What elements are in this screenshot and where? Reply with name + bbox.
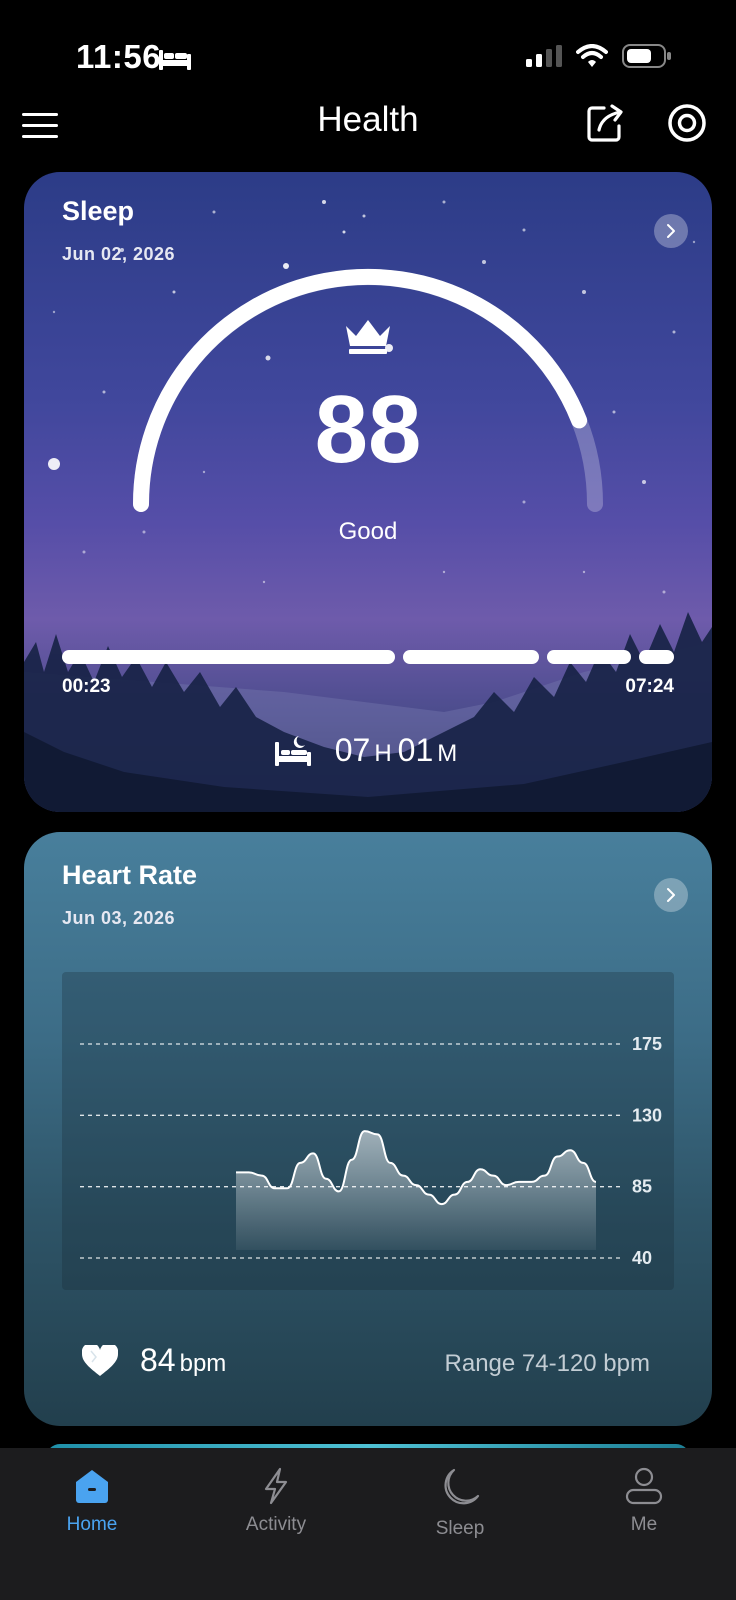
sleep-start-time: 00:23 — [62, 676, 111, 697]
sleep-rating: Good — [338, 518, 398, 545]
heart-rate-summary: 84 bpm — [82, 1342, 226, 1379]
status-time: 11:56 — [76, 38, 162, 75]
tab-home[interactable]: Home — [0, 1448, 184, 1600]
heart-rate-card[interactable]: Heart Rate Jun 03, 2026 175 130 85 40 84 bpm… — [24, 832, 712, 1426]
sleep-score: 88 — [314, 376, 422, 483]
battery-icon — [622, 44, 671, 68]
sleep-duration: 07 H 01 M — [24, 732, 712, 769]
cellular-signal-icon — [526, 45, 562, 67]
crown-icon — [346, 320, 390, 354]
y-tick-label: 175 — [632, 1034, 662, 1054]
tab-activity-label: Activity — [245, 1514, 307, 1535]
sleep-card[interactable]: Sleep Jun 02, 2026 88 Good 00:23 07:24 0… — [24, 172, 712, 812]
sleep-duration-hours-unit: H — [374, 740, 392, 767]
tab-me-label: Me — [630, 1514, 658, 1535]
tab-bar: Home Activity Sleep Me — [0, 1448, 736, 1600]
y-tick-label: 130 — [632, 1105, 662, 1125]
share-button[interactable] — [584, 102, 626, 144]
sleep-duration-hours: 07 — [334, 732, 371, 768]
bed-moon-icon — [274, 735, 311, 766]
bed-status-icon — [159, 50, 191, 70]
heart-rate-chart: 175 130 85 40 — [62, 972, 674, 1290]
target-icon — [668, 104, 706, 142]
sleep-duration-minutes-unit: M — [437, 740, 458, 767]
heart-rate-unit: bpm — [179, 1350, 227, 1377]
heart-icon — [82, 1344, 118, 1376]
moon-icon — [444, 1468, 480, 1505]
heart-rate-area — [236, 1131, 596, 1250]
heart-rate-detail-button[interactable] — [654, 878, 688, 912]
lightning-icon — [264, 1467, 288, 1505]
person-icon — [625, 1467, 663, 1505]
sleep-stages-bar — [62, 650, 674, 664]
watch-settings-button[interactable] — [666, 102, 708, 144]
heart-rate-date: Jun 03, 2026 — [62, 908, 176, 928]
heart-rate-chart-svg: 175 130 85 40 — [80, 1034, 662, 1268]
heart-rate-title: Heart Rate — [62, 860, 198, 890]
home-icon — [76, 1470, 108, 1503]
header: Health — [0, 90, 736, 160]
heart-rate-value: 84 — [140, 1342, 176, 1378]
tab-home-label: Home — [66, 1514, 118, 1535]
sleep-duration-minutes: 01 — [397, 732, 434, 768]
wifi-icon — [576, 44, 608, 67]
sleep-end-time: 07:24 — [625, 676, 674, 697]
tab-me[interactable]: Me — [552, 1448, 736, 1600]
y-tick-label: 40 — [632, 1248, 652, 1268]
share-icon — [587, 104, 623, 142]
status-bar: 11:56 — [0, 0, 736, 100]
heart-rate-range: Range 74-120 bpm — [444, 1350, 650, 1377]
tab-activity[interactable]: Activity — [184, 1448, 368, 1600]
status-indicators — [526, 44, 672, 68]
chevron-right-icon — [667, 888, 675, 902]
tab-sleep-label: Sleep — [435, 1518, 485, 1539]
y-tick-label: 85 — [632, 1177, 652, 1197]
tab-sleep[interactable]: Sleep — [368, 1448, 552, 1600]
